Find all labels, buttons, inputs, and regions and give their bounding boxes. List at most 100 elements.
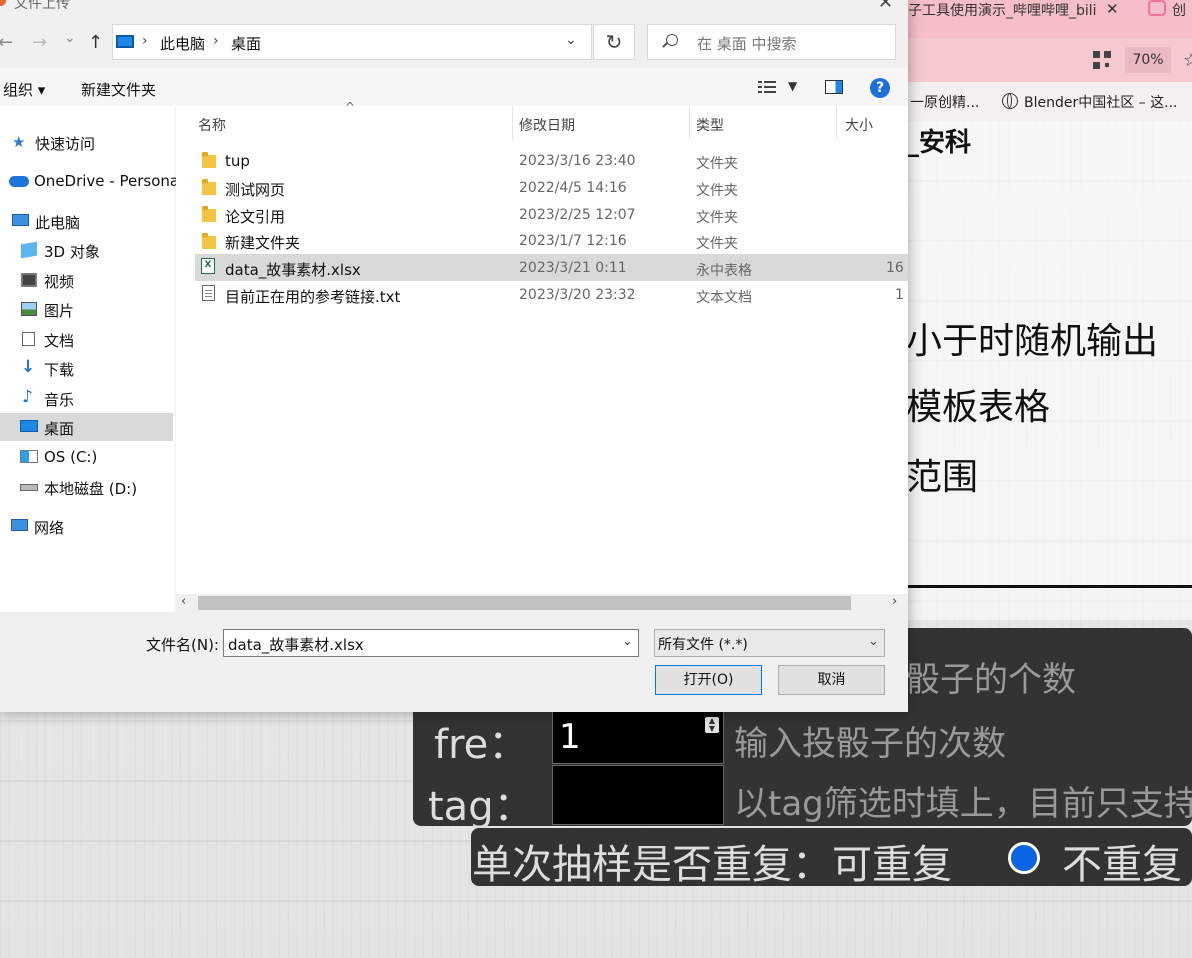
sidebar-item-music[interactable]: ♪ 音乐 (0, 384, 173, 412)
back-arrow-icon[interactable]: ← (0, 32, 13, 53)
forward-arrow-icon[interactable]: → (32, 32, 47, 53)
sidebar-item-onedrive[interactable]: OneDrive - Persona (0, 167, 179, 195)
fre-input[interactable]: 1 ▲ ▼ (552, 704, 724, 764)
scrollbar-thumb[interactable] (198, 596, 851, 610)
file-date: 2023/1/7 12:16 (519, 233, 627, 249)
file-size: 16 (886, 260, 904, 276)
new-folder-button[interactable]: 新建文件夹 (81, 79, 156, 100)
download-icon: ↓ (21, 357, 36, 377)
desktop-icon (20, 420, 38, 432)
sidebar-item-desktop[interactable]: 桌面 (0, 413, 173, 441)
picture-icon (21, 302, 37, 316)
no-repeat-option[interactable]: 不重复 (1062, 832, 1182, 890)
chevron-right-icon[interactable]: › (142, 33, 148, 49)
column-header-date[interactable]: 修改日期 (519, 115, 575, 135)
folder-icon (202, 206, 216, 222)
bookmark-item-blender[interactable]: Blender中国社区 – 这... (1024, 92, 1178, 112)
folder-icon (202, 152, 216, 168)
spinner-arrows-icon[interactable]: ▲ ▼ (705, 717, 719, 733)
chevron-down-icon[interactable]: ⌄ (565, 32, 577, 48)
file-type: 永中表格 (696, 263, 752, 279)
recent-locations-chevron-icon[interactable]: ⌄ (64, 30, 76, 46)
page-text-line-1: 小于时随机输出 (906, 321, 1159, 362)
organize-button[interactable]: 组织 ▾ (3, 79, 45, 100)
scroll-left-icon[interactable]: ‹ (181, 594, 186, 609)
sidebar-item-local-disk-d[interactable]: 本地磁盘 (D:) (0, 473, 173, 501)
column-divider[interactable] (836, 106, 837, 140)
fre-hint: 输入投骰子的次数 (734, 724, 1006, 764)
globe-icon (1002, 93, 1018, 109)
sort-ascending-icon: ^ (345, 100, 356, 114)
scroll-right-icon[interactable]: › (892, 594, 897, 609)
close-icon[interactable]: ✕ (878, 0, 893, 13)
file-type: 文件夹 (696, 183, 738, 199)
breadcrumb-desktop[interactable]: 桌面 (231, 33, 261, 54)
zoom-level-badge[interactable]: 70% (1125, 47, 1171, 73)
preview-pane-icon[interactable] (825, 80, 843, 94)
xlsx-file-icon: X (201, 258, 215, 274)
open-button[interactable]: 打开(O) (655, 665, 762, 695)
network-icon (11, 519, 28, 531)
chevron-right-icon[interactable]: › (213, 33, 219, 49)
qr-code-icon[interactable] (1093, 51, 1111, 69)
up-arrow-icon[interactable]: ↑ (88, 32, 103, 53)
tab-close-icon[interactable]: ✕ (1106, 0, 1119, 18)
document-icon (22, 332, 35, 346)
chevron-down-icon[interactable]: ⌄ (622, 634, 633, 649)
chevron-down-icon[interactable]: ▼ (788, 79, 797, 93)
sidebar-item-network[interactable]: 网络 (0, 512, 173, 540)
filename-label: 文件名(N): (146, 636, 219, 654)
sidebar-item-pictures[interactable]: 图片 (0, 295, 173, 323)
navigation-pane: ★ 快速访问 OneDrive - Persona 此电脑 3D 对象 视频 图… (0, 106, 179, 612)
drive-c-icon (20, 450, 38, 463)
bookmark-star-icon[interactable]: ☆ (1183, 50, 1192, 71)
sidebar-item-videos[interactable]: 视频 (0, 266, 173, 294)
sidebar-item-3d-objects[interactable]: 3D 对象 (0, 236, 173, 264)
search-icon (666, 34, 678, 46)
column-header-name[interactable]: 名称 (198, 115, 226, 135)
bilibili-icon (1148, 0, 1166, 16)
tag-label: tag： (428, 784, 534, 830)
star-icon: ★ (12, 133, 26, 151)
sidebar-item-quick-access[interactable]: ★ 快速访问 (0, 128, 173, 156)
page-text-line-3: 范围 (906, 457, 979, 498)
column-header-type[interactable]: 类型 (696, 115, 724, 135)
file-date: 2023/3/20 23:32 (519, 287, 636, 303)
help-icon[interactable]: ? (870, 78, 890, 98)
sidebar-item-downloads[interactable]: ↓ 下载 (0, 354, 173, 382)
filename-value: data_故事素材.xlsx (228, 636, 364, 654)
file-name: tup (225, 152, 250, 170)
page-text-line-2: 模板表格 (906, 387, 1051, 428)
divider-line (908, 585, 1192, 588)
tag-input[interactable] (552, 765, 724, 825)
sidebar-item-documents[interactable]: 文档 (0, 325, 173, 353)
file-name: 测试网页 (225, 181, 286, 199)
sidebar-item-this-pc[interactable]: 此电脑 (0, 207, 173, 235)
chevron-down-icon[interactable]: ⌄ (868, 634, 879, 649)
browser-tab-2-title[interactable]: 创 (1172, 0, 1186, 20)
file-upload-dialog: 文件上传 ✕ ← → ⌄ ↑ › 此电脑 › 桌面 ⌄ ↻ 在 桌面 中搜索 组… (0, 0, 908, 712)
breadcrumb-this-pc[interactable]: 此电脑 (160, 33, 205, 54)
column-divider[interactable] (512, 106, 513, 140)
folder-icon (202, 179, 216, 195)
view-options-icon[interactable] (758, 80, 776, 94)
file-type: 文件夹 (696, 156, 738, 172)
bookmark-item-1[interactable]: 一原创精... (910, 92, 979, 112)
file-name: data_故事素材.xlsx (225, 261, 361, 279)
fre-value: 1 (559, 717, 581, 757)
refresh-icon[interactable]: ↻ (593, 24, 635, 60)
repeat-label: 单次抽样是否重复：可重复 (472, 842, 952, 888)
file-type-filter-value: 所有文件 (*.*) (658, 637, 748, 653)
file-name: 目前正在用的参考链接.txt (225, 288, 401, 306)
column-divider[interactable] (689, 106, 690, 140)
cancel-button[interactable]: 取消 (778, 665, 885, 695)
sidebar-item-os-c[interactable]: OS (C:) (0, 443, 173, 471)
file-date: 2022/4/5 14:16 (519, 180, 627, 196)
radio-selected-icon[interactable] (1008, 842, 1040, 874)
browser-tab-title[interactable]: 子工具使用演示_哔哩哔哩_bili (908, 0, 1106, 20)
column-header-size[interactable]: 大小 (845, 115, 873, 135)
page-title: _安科 (906, 128, 972, 158)
text-file-icon (202, 285, 215, 301)
drive-d-icon (20, 484, 38, 491)
file-type: 文件夹 (696, 236, 738, 252)
